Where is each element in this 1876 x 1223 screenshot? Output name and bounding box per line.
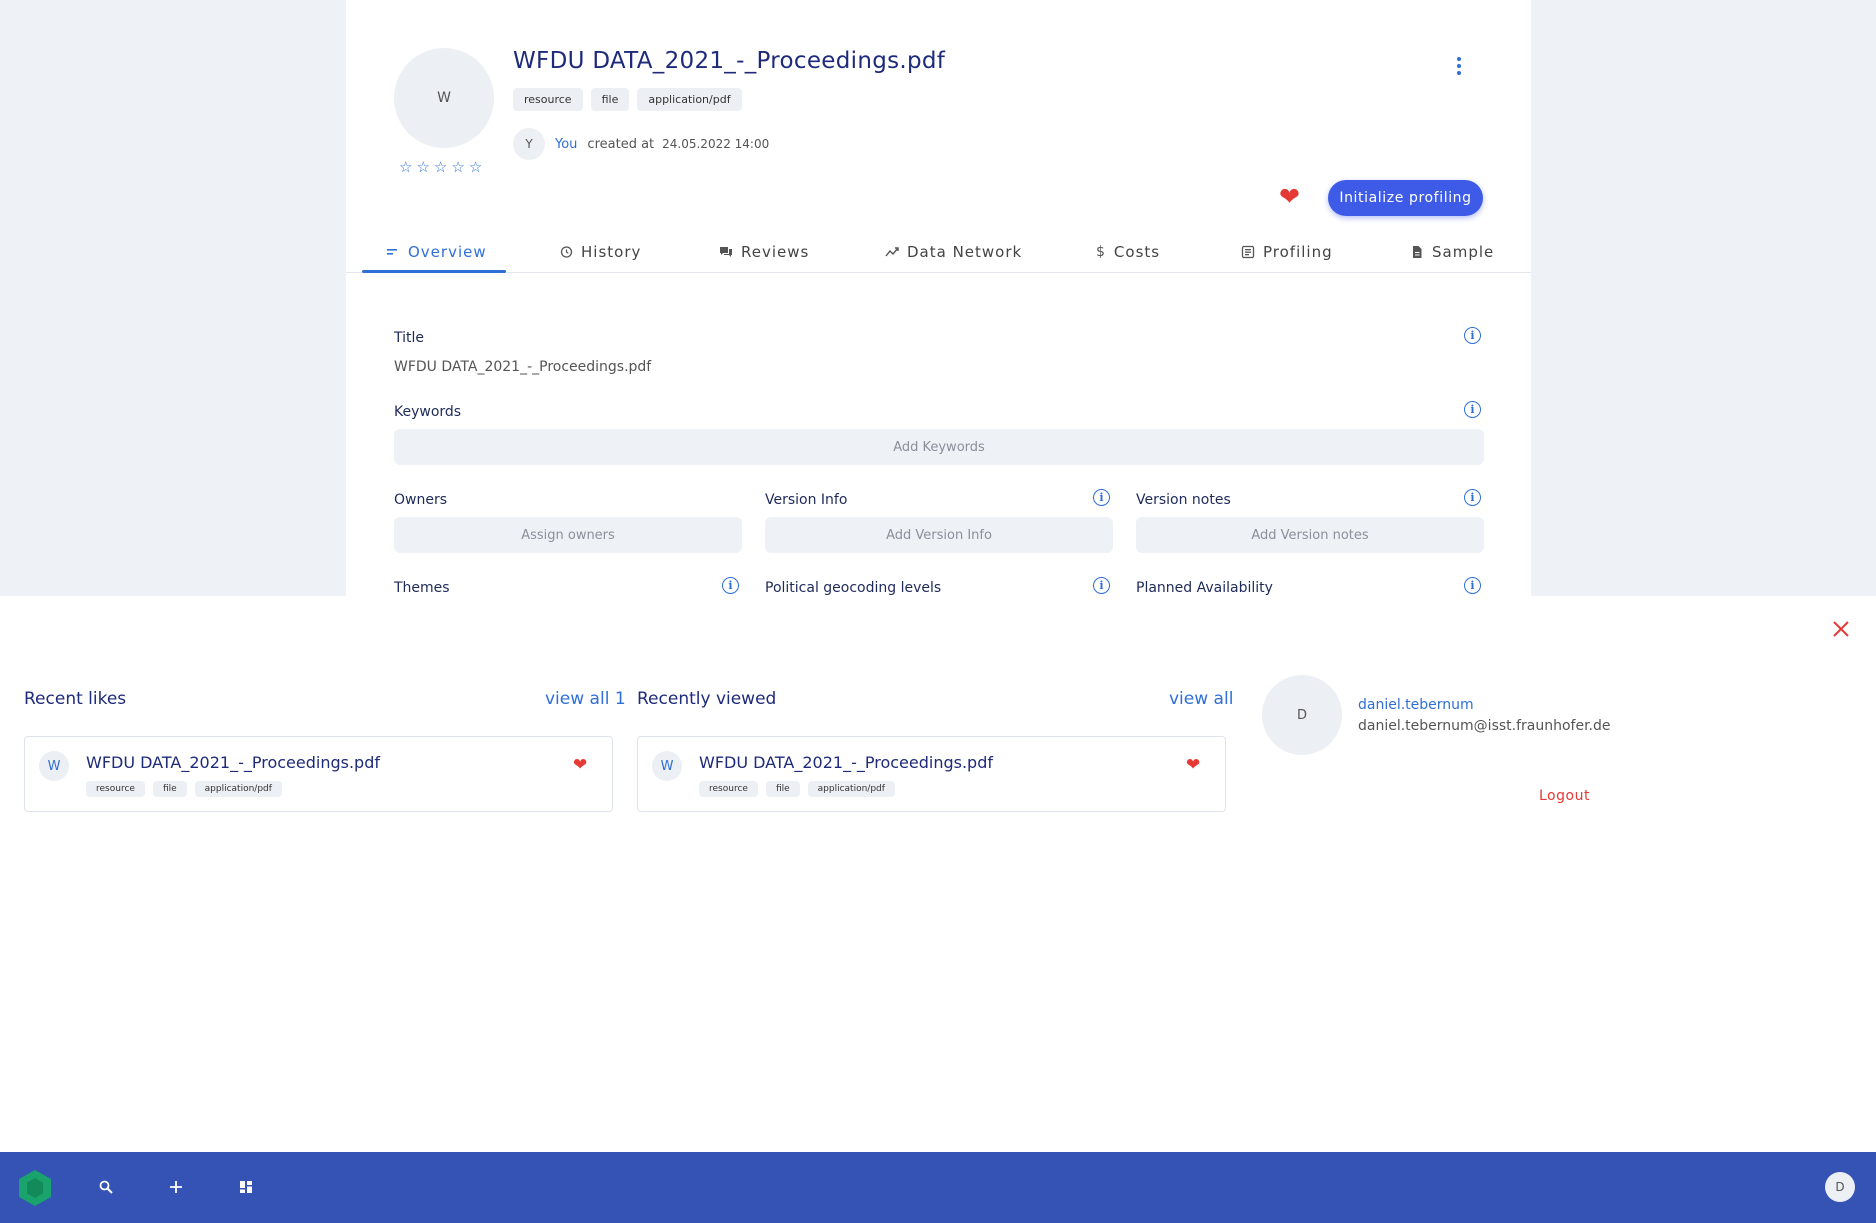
info-icon[interactable]: i xyxy=(1464,401,1481,418)
more-options-icon[interactable] xyxy=(1452,54,1466,78)
resource-avatar: W xyxy=(652,751,682,781)
creator-avatar: Y xyxy=(513,128,545,160)
tab-data-network[interactable]: Data Network xyxy=(885,230,1022,273)
owners-label: Owners xyxy=(394,492,448,508)
keywords-label: Keywords xyxy=(394,404,462,420)
title-label: Title xyxy=(394,330,425,346)
version-notes-label: Version notes xyxy=(1136,492,1231,508)
logout-button[interactable]: Logout xyxy=(1539,788,1590,804)
resource-tags: resource file application/pdf xyxy=(513,88,742,111)
tag-badge: resource xyxy=(699,781,758,797)
view-all-likes-link[interactable]: view all 1 xyxy=(545,689,626,709)
tab-label: Overview xyxy=(408,242,487,261)
tab-sample[interactable]: Sample xyxy=(1410,230,1494,273)
version-info-label: Version Info xyxy=(765,492,848,508)
recently-viewed-title: Recently viewed xyxy=(637,689,777,709)
user-email: daniel.tebernum@isst.fraunhofer.de xyxy=(1358,718,1611,734)
tab-label: Profiling xyxy=(1263,242,1333,261)
themes-label: Themes xyxy=(394,580,450,596)
recent-likes-title: Recent likes xyxy=(24,689,127,709)
heart-icon[interactable]: ❤ xyxy=(1279,184,1300,210)
star-icon[interactable]: ☆ xyxy=(434,158,447,176)
logo-icon[interactable] xyxy=(15,1168,55,1208)
dashboard-icon[interactable] xyxy=(235,1176,257,1198)
list-icon xyxy=(387,248,397,255)
add-version-info-field[interactable]: Add Version Info xyxy=(765,517,1113,553)
tab-label: Costs xyxy=(1113,242,1161,261)
tab-label: Data Network xyxy=(907,242,1023,261)
trend-icon xyxy=(885,246,899,256)
user-panel xyxy=(0,596,1876,1152)
tag-badge: resource xyxy=(513,88,583,111)
tag-badge: file xyxy=(765,781,800,797)
heart-icon[interactable]: ❤ xyxy=(1186,755,1200,775)
plus-icon[interactable] xyxy=(165,1176,187,1198)
tab-history[interactable]: History xyxy=(559,230,641,273)
geocoding-label: Political geocoding levels xyxy=(765,580,942,596)
star-icon[interactable]: ☆ xyxy=(416,158,429,176)
resource-title[interactable]: WFDU DATA_2021_-_Proceedings.pdf xyxy=(699,753,993,772)
add-version-notes-field[interactable]: Add Version notes xyxy=(1136,517,1484,553)
dollar-icon: $ xyxy=(1096,243,1106,260)
tag-badge: file xyxy=(590,88,630,111)
add-keywords-field[interactable]: Add Keywords xyxy=(394,429,1484,465)
creator-info: Y You created at 24.05.2022 14:00 xyxy=(513,128,769,160)
resource-avatar: W xyxy=(39,751,69,781)
star-icon[interactable]: ☆ xyxy=(399,158,412,176)
page-title: WFDU DATA_2021_-_Proceedings.pdf xyxy=(513,48,946,74)
username-link[interactable]: daniel.tebernum xyxy=(1358,697,1474,713)
search-icon[interactable] xyxy=(95,1176,117,1198)
info-icon[interactable]: i xyxy=(1093,577,1110,594)
tab-label: History xyxy=(581,242,642,261)
taskbar: D xyxy=(0,1152,1876,1223)
assign-owners-field[interactable]: Assign owners xyxy=(394,517,742,553)
title-value[interactable]: WFDU DATA_2021_-_Proceedings.pdf xyxy=(394,359,651,375)
resource-tags: resource file application/pdf xyxy=(86,781,282,797)
close-icon[interactable] xyxy=(1832,620,1850,638)
resource-card: W ☆ ☆ ☆ ☆ ☆ WFDU DATA_2021_-_Proceedings… xyxy=(346,0,1531,596)
initialize-profiling-button[interactable]: Initialize profiling xyxy=(1328,180,1483,216)
star-icon[interactable]: ☆ xyxy=(451,158,464,176)
tag-badge: file xyxy=(152,781,187,797)
creator-link[interactable]: You xyxy=(555,137,577,152)
tag-badge: application/pdf xyxy=(637,88,742,111)
tab-overview[interactable]: Overview xyxy=(386,230,487,273)
tab-label: Reviews xyxy=(741,242,810,261)
view-all-viewed-link[interactable]: view all xyxy=(1169,689,1233,709)
info-icon[interactable]: i xyxy=(1464,577,1481,594)
tab-reviews[interactable]: Reviews xyxy=(719,230,809,273)
active-tab-indicator xyxy=(362,270,506,273)
tab-label: Sample xyxy=(1432,242,1495,261)
resource-title[interactable]: WFDU DATA_2021_-_Proceedings.pdf xyxy=(86,753,380,772)
availability-label: Planned Availability xyxy=(1136,580,1273,596)
resource-avatar: W xyxy=(394,48,494,148)
chat-icon xyxy=(720,246,732,257)
list-item[interactable]: W WFDU DATA_2021_-_Proceedings.pdf resou… xyxy=(24,736,613,812)
star-icon[interactable]: ☆ xyxy=(469,158,482,176)
tab-profiling[interactable]: Profiling xyxy=(1241,230,1333,273)
tab-costs[interactable]: $ Costs xyxy=(1096,230,1160,273)
list-item[interactable]: W WFDU DATA_2021_-_Proceedings.pdf resou… xyxy=(637,736,1226,812)
info-icon[interactable]: i xyxy=(722,577,739,594)
info-icon[interactable]: i xyxy=(1093,489,1110,506)
tag-badge: application/pdf xyxy=(807,781,895,797)
created-date: 24.05.2022 14:00 xyxy=(662,137,770,151)
history-icon xyxy=(560,245,573,258)
tag-badge: application/pdf xyxy=(194,781,282,797)
info-icon[interactable]: i xyxy=(1464,327,1481,344)
created-label: created at xyxy=(587,136,655,152)
tab-bar: Overview History Reviews Data Network $ … xyxy=(346,230,1531,273)
document-icon xyxy=(1413,245,1422,258)
avatar: D xyxy=(1262,675,1342,755)
heart-icon[interactable]: ❤ xyxy=(573,755,587,775)
avatar[interactable]: D xyxy=(1825,1172,1855,1202)
profiling-icon xyxy=(1241,245,1255,258)
tag-badge: resource xyxy=(86,781,145,797)
info-icon[interactable]: i xyxy=(1464,489,1481,506)
rating-stars[interactable]: ☆ ☆ ☆ ☆ ☆ xyxy=(399,158,482,176)
resource-tags: resource file application/pdf xyxy=(699,781,895,797)
